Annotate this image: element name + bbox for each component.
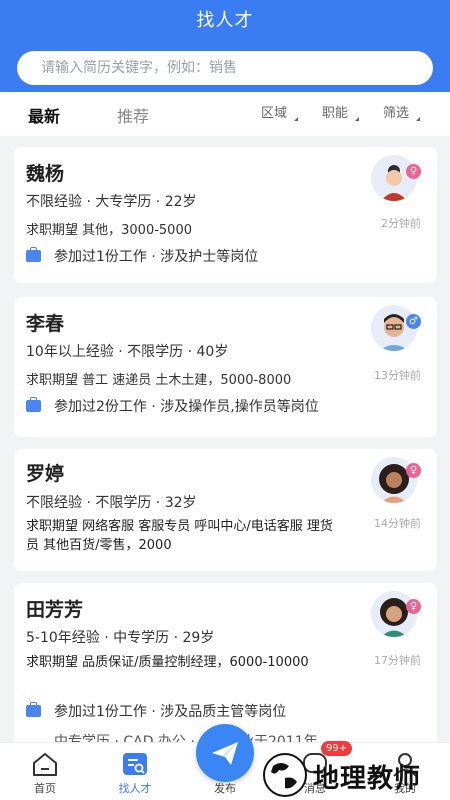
tab-bar: 最新 推荐 区域 职能 筛选 [0, 92, 450, 136]
resume-card[interactable]: 魏杨 不限经验 · 大专学历 · 22岁 求职期望 其他，3000-5000 参… [14, 147, 437, 283]
female-icon: ♀ [406, 463, 421, 478]
resume-card[interactable]: 李春 10年以上经验 · 不限学历 · 40岁 求职期望 普工 速递员 土木土建… [14, 297, 437, 437]
home-icon [33, 753, 57, 776]
candidate-meta: 10年以上经验 · 不限学历 · 40岁 [26, 344, 229, 360]
caret-icon [355, 117, 360, 121]
search-bar[interactable] [17, 51, 433, 85]
filter-region[interactable]: 区域 [261, 102, 299, 121]
work-experience: 参加过2份工作 · 涉及操作员,操作员等岗位 [54, 399, 319, 415]
header: 找人才 [0, 0, 450, 92]
search-input[interactable] [17, 51, 433, 85]
female-icon: ♀ [406, 164, 421, 179]
page-title: 找人才 [196, 10, 254, 31]
nav-find-talent[interactable]: 找人才 [100, 743, 170, 800]
candidate-meta: 5-10年经验 · 中专学历 · 29岁 [26, 630, 215, 646]
post-time: 14分钟前 [374, 517, 421, 530]
avatar [371, 591, 417, 637]
candidate-name: 罗婷 [26, 463, 65, 485]
candidate-meta: 不限经验 · 不限学历 · 32岁 [26, 495, 197, 511]
job-expectation: 求职期望 普工 速递员 土木土建，5000-8000 [26, 373, 292, 388]
job-expectation: 求职期望 其他，3000-5000 [26, 223, 192, 238]
briefcase-icon [26, 397, 41, 412]
female-icon: ♀ [406, 599, 421, 614]
post-time: 17分钟前 [374, 654, 421, 667]
work-experience: 参加过1份工作 · 涉及护士等岗位 [54, 249, 259, 265]
caret-icon [416, 117, 421, 121]
post-time: 2分钟前 [381, 217, 421, 230]
filter-more-label: 筛选 [383, 106, 410, 121]
briefcase-icon [26, 247, 41, 262]
filter-job[interactable]: 职能 [322, 102, 360, 121]
candidate-name: 李春 [26, 313, 65, 335]
candidate-meta: 不限经验 · 大专学历 · 22岁 [26, 194, 197, 210]
work-experience: 参加过1份工作 · 涉及品质主管等岗位 [54, 704, 287, 720]
job-expectation: 求职期望 品质保证/质量控制经理，6000-10000 [26, 655, 309, 670]
briefcase-icon [26, 702, 41, 717]
caret-icon [294, 117, 299, 121]
candidate-name: 魏杨 [26, 163, 65, 185]
tab-recommended[interactable]: 推荐 [117, 103, 149, 127]
resume-card[interactable]: 罗婷 不限经验 · 不限学历 · 32岁 求职期望 网络客服 客服专员 呼叫中心… [14, 449, 437, 571]
tab-latest[interactable]: 最新 [28, 103, 60, 127]
nav-publish-label: 发布 [214, 782, 236, 795]
talent-search-icon [123, 753, 147, 775]
filter-region-label: 区域 [261, 106, 288, 121]
watermark: 地理教师 [255, 750, 450, 800]
post-time: 13分钟前 [374, 369, 421, 382]
watermark-text: 地理教师 [313, 764, 422, 794]
filter-more[interactable]: 筛选 [383, 102, 421, 121]
paper-plane-icon [212, 742, 238, 765]
candidate-name: 田芳芳 [26, 599, 84, 621]
nav-home[interactable]: 首页 [10, 743, 80, 800]
job-expectation: 求职期望 网络客服 客服专员 呼叫中心/电话客服 理货员 其他百货/零售，200… [26, 519, 333, 553]
nav-home-label: 首页 [34, 782, 56, 795]
filter-job-label: 职能 [322, 106, 349, 121]
publish-button[interactable] [196, 724, 254, 782]
male-icon: ♂ [406, 314, 421, 329]
nav-find-talent-label: 找人才 [118, 782, 152, 795]
